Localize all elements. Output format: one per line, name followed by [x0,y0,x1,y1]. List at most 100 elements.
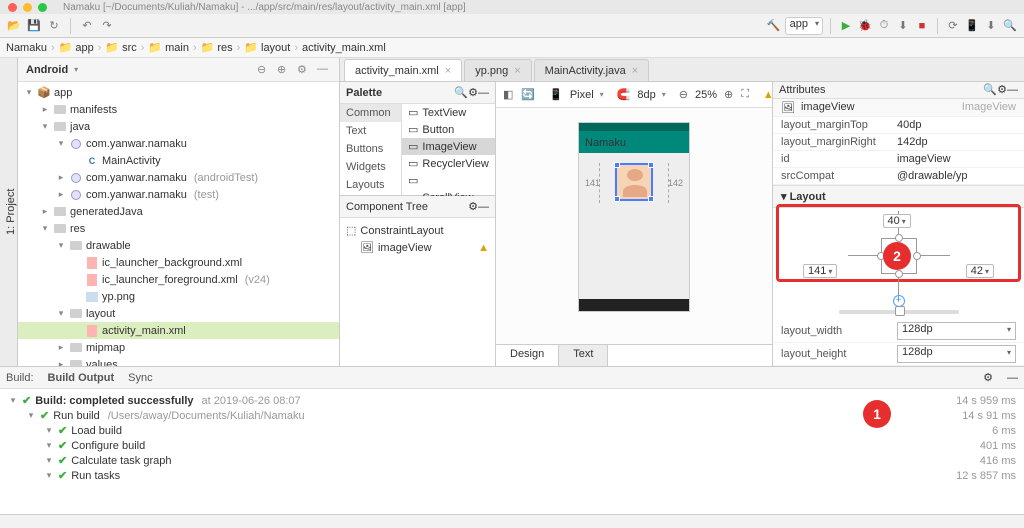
hide-icon[interactable]: — [317,63,331,77]
editor-tab[interactable]: yp.png× [464,59,531,81]
tree-row[interactable]: ▸mipmap [18,339,339,356]
palette-category[interactable]: Text [340,122,401,140]
attribute-row[interactable]: layout_marginRight142dp [773,134,1024,151]
breadcrumb[interactable]: activity_main.xml [302,42,386,54]
sync-tab[interactable]: Sync [128,372,152,384]
tree-row[interactable]: ▸com.yanwar.namaku(androidTest) [18,169,339,186]
sdk-icon[interactable]: ⬇ [983,18,999,34]
breadcrumb[interactable]: 📁 app [59,41,94,54]
palette-category[interactable]: Common [340,104,401,122]
tree-row[interactable]: ▾com.yanwar.namaku [18,135,339,152]
palette-category[interactable]: Widgets [340,158,401,176]
build-icon[interactable]: 🔨 [766,18,782,34]
constraint-left[interactable]: 141▾ [803,264,837,278]
stop-icon[interactable]: ■ [914,18,930,34]
tree-row[interactable]: CMainActivity [18,152,339,169]
attributes-search-icon[interactable]: 🔍 [983,83,997,96]
run-config-combo[interactable]: app [785,17,823,35]
magnet-icon[interactable]: 🧲 [616,86,632,104]
attach-icon[interactable]: ⬇ [895,18,911,34]
breadcrumb[interactable]: Namaku [6,42,47,54]
open-icon[interactable]: 📂 [6,18,22,34]
collapse-icon[interactable]: ⊖ [257,63,271,77]
palette-widget[interactable]: ▭Button [402,121,495,138]
palette-hide-icon[interactable]: — [478,87,489,99]
build-row[interactable]: ▾✔Configure build401 ms [8,438,1016,453]
editor-tab[interactable]: MainActivity.java× [534,59,650,81]
constraint-right[interactable]: 42▾ [966,264,994,278]
zoom-in-icon[interactable]: ⊕ [723,86,734,104]
component-tree[interactable]: ⬚ConstraintLayout🖼imageView▲ [340,218,495,366]
profile-icon[interactable]: ⏱ [876,18,892,34]
dp-value[interactable]: 8dp [637,89,655,101]
tree-row[interactable]: ▸com.yanwar.namaku(test) [18,186,339,203]
project-tree[interactable]: ▾📦app▸manifests▾java▾com.yanwar.namakuCM… [18,82,339,366]
build-row[interactable]: ▾✔Load build6 ms [8,423,1016,438]
attributes-gear-icon[interactable]: ⚙ [997,83,1007,96]
undo-icon[interactable]: ↶ [79,18,95,34]
design-tab[interactable]: Design [496,345,559,366]
device-combo[interactable]: Pixel [570,89,594,101]
tree-row[interactable]: ic_launcher_background.xml [18,254,339,271]
component-tree-item[interactable]: 🖼imageView▲ [346,239,489,256]
palette-search-icon[interactable]: 🔍 [454,86,468,99]
build-row[interactable]: ▾✔Calculate task graph416 ms [8,453,1016,468]
close-tab-icon[interactable]: × [514,65,520,77]
close-window-icon[interactable] [8,3,17,12]
attribute-row[interactable]: srcCompat@drawable/yp [773,168,1024,185]
close-tab-icon[interactable]: × [445,65,451,77]
save-icon[interactable]: 💾 [26,18,42,34]
zoom-out-icon[interactable]: ⊖ [678,86,689,104]
build-row[interactable]: ▾✔Run tasks12 s 857 ms [8,468,1016,483]
minimize-window-icon[interactable] [23,3,32,12]
palette-categories[interactable]: CommonTextButtonsWidgetsLayoutsContainer… [340,104,402,195]
selected-imageview[interactable] [615,163,653,201]
gear-icon[interactable]: ⚙ [297,63,311,77]
orientation-icon[interactable]: 🔄 [520,86,536,104]
run-icon[interactable]: ▶ [838,18,854,34]
tree-row[interactable]: ▾drawable [18,237,339,254]
breadcrumb[interactable]: 📁 src [105,41,136,54]
tree-row[interactable]: yp.png [18,288,339,305]
device-icon[interactable]: 📱 [548,86,564,104]
attribute-row[interactable]: layout_marginTop40dp [773,117,1024,134]
breadcrumb[interactable]: 📁 res [201,41,233,54]
tree-row[interactable]: ▸generatedJava [18,203,339,220]
tree-row[interactable]: ▾📦app [18,84,339,101]
component-tree-item[interactable]: ⬚ConstraintLayout [346,222,489,239]
palette-widget[interactable]: ▭RecyclerView [402,155,495,172]
search-icon[interactable]: 🔍 [1002,18,1018,34]
layout-width-input[interactable]: 128dp [897,322,1016,340]
zoom-fit-icon[interactable]: ⛶ [740,86,750,104]
build-gear-icon[interactable]: ⚙ [983,371,993,384]
build-hide-icon[interactable]: — [1007,372,1018,384]
redo-icon[interactable]: ↷ [99,18,115,34]
editor-tab[interactable]: activity_main.xml× [344,59,462,81]
tree-row[interactable]: ▾res [18,220,339,237]
build-output-tab[interactable]: Build Output [48,372,115,384]
component-gear-icon[interactable]: ⚙ [468,200,478,213]
palette-widgets[interactable]: ▭TextView▭Button▭ImageView▭RecyclerView▭… [402,104,495,195]
constraint-top[interactable]: 40▾ [883,214,911,228]
palette-category[interactable]: Layouts [340,176,401,194]
breadcrumb[interactable]: 📁 main [148,41,189,54]
avd-icon[interactable]: 📱 [964,18,980,34]
breadcrumb[interactable]: 📁 layout [244,41,290,54]
maximize-window-icon[interactable] [38,3,47,12]
locate-icon[interactable]: ⊕ [277,63,291,77]
refresh-icon[interactable]: ↻ [46,18,62,34]
bias-slider[interactable] [839,310,959,314]
tree-row[interactable]: ▸manifests [18,101,339,118]
project-tab[interactable]: 1: Project [5,64,17,360]
tree-row[interactable]: ▾java [18,118,339,135]
palette-widget[interactable]: ▭TextView [402,104,495,121]
add-constraint-bottom-icon[interactable]: + [893,295,905,307]
palette-widget[interactable]: ▭ImageView [402,138,495,155]
tree-row[interactable]: activity_main.xml [18,322,339,339]
palette-widget[interactable]: ▭ [402,172,495,189]
attributes-hide-icon[interactable]: — [1007,84,1018,96]
surface-icon[interactable]: ◧ [502,86,514,104]
tree-row[interactable]: ic_launcher_foreground.xml(v24) [18,271,339,288]
warning-icon[interactable]: ▲ [478,242,489,254]
layout-height-input[interactable]: 128dp [897,345,1016,363]
